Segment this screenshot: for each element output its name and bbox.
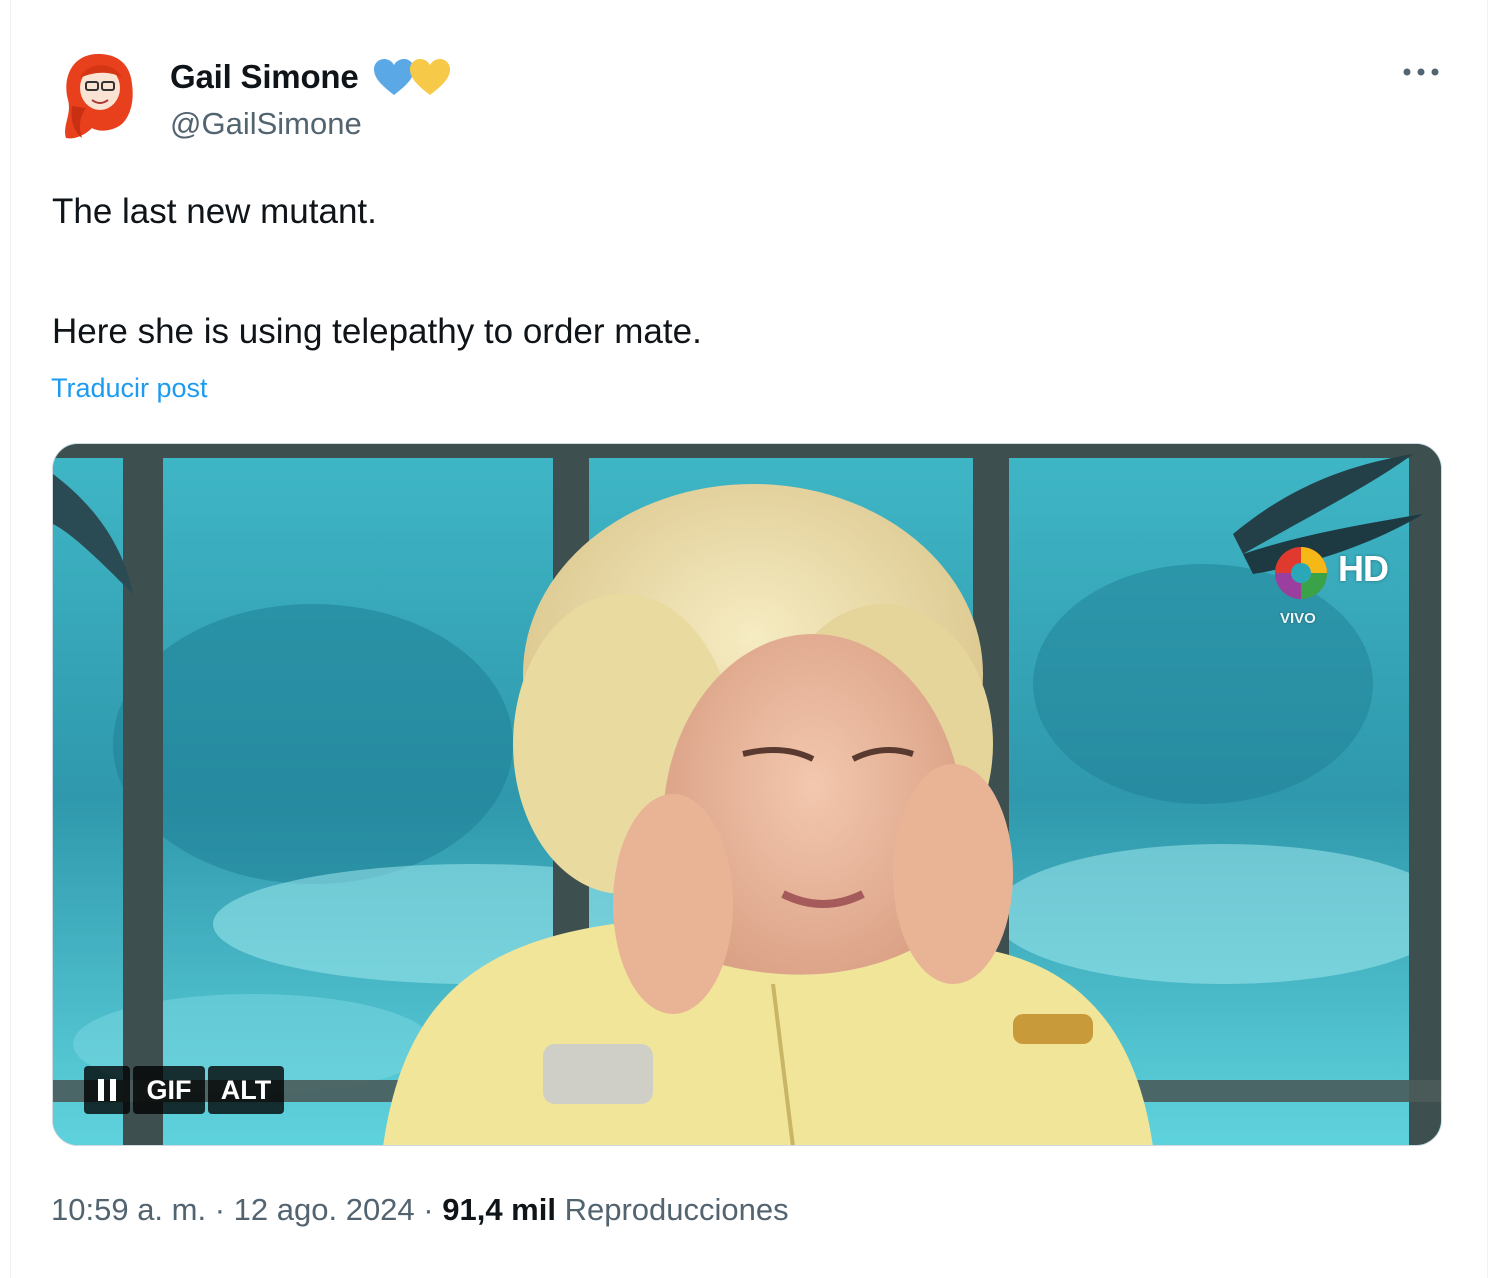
pause-button[interactable]: [84, 1066, 130, 1114]
tweet-meta: 10:59 a. m. · 12 ago. 2024 · 91,4 mil Re…: [51, 1192, 789, 1228]
meta-separator: ·: [206, 1192, 234, 1227]
views-label: Reproducciones: [564, 1192, 789, 1227]
meta-separator: ·: [414, 1192, 443, 1227]
author-name[interactable]: Gail Simone: [170, 58, 359, 96]
channel-logo-icon: [1275, 547, 1327, 599]
translate-post-link[interactable]: Traducir post: [51, 373, 208, 404]
alt-text-button[interactable]: ALT: [208, 1066, 284, 1114]
views-count: 91,4 mil: [442, 1192, 556, 1227]
tweet-line-1: The last new mutant.: [52, 192, 377, 231]
gif-frame-image: [53, 444, 1441, 1145]
avatar[interactable]: [52, 48, 144, 144]
more-dots-icon: [1403, 68, 1439, 76]
profile-badges: [371, 56, 453, 98]
author-handle[interactable]: @GailSimone: [170, 106, 362, 142]
author-name-row: Gail Simone: [170, 55, 453, 99]
tweet-text: The last new mutant. Here she is using t…: [52, 192, 1432, 352]
more-options-button[interactable]: [1400, 58, 1442, 86]
post-time[interactable]: 10:59 a. m.: [51, 1192, 206, 1228]
post-date[interactable]: 12 ago. 2024: [234, 1192, 415, 1228]
tweet-gif-media[interactable]: [52, 443, 1442, 1146]
yellow-heart-icon: [409, 59, 450, 95]
live-label: VIVO: [1280, 610, 1316, 627]
channel-hd-badge: HD: [1338, 548, 1389, 589]
tweet-line-2: Here she is using telepathy to order mat…: [52, 312, 702, 351]
gif-badge: GIF: [133, 1066, 205, 1114]
redhead-avatar-icon: [65, 54, 133, 139]
gif-controls: GIF ALT: [84, 1066, 284, 1114]
pause-icon: [98, 1079, 116, 1101]
